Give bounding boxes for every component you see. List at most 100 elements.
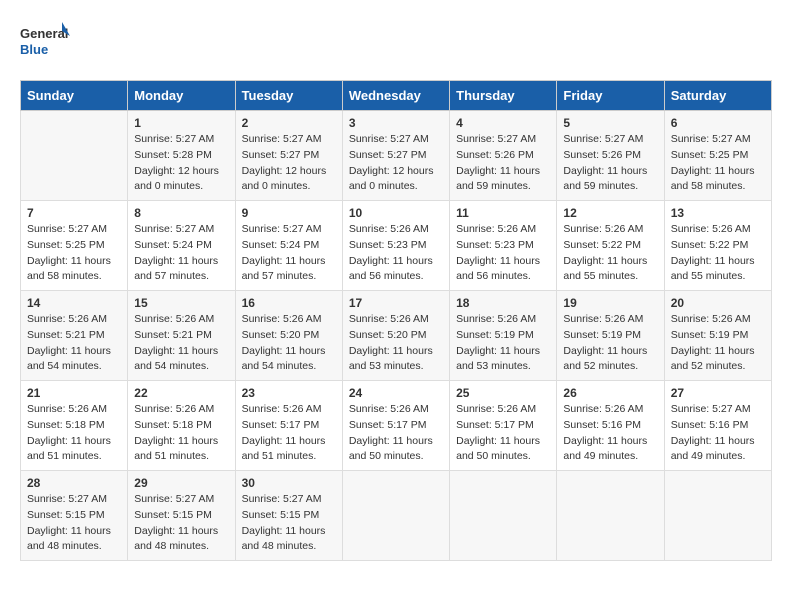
- day-info: Sunrise: 5:26 AMSunset: 5:19 PMDaylight:…: [456, 312, 550, 375]
- day-info: Sunrise: 5:26 AMSunset: 5:19 PMDaylight:…: [671, 312, 765, 375]
- day-info: Sunrise: 5:27 AMSunset: 5:27 PMDaylight:…: [349, 132, 443, 195]
- logo-svg: General Blue: [20, 20, 70, 64]
- logo: General Blue: [20, 20, 70, 64]
- day-number: 7: [27, 206, 121, 220]
- day-info: Sunrise: 5:26 AMSunset: 5:18 PMDaylight:…: [27, 402, 121, 465]
- day-number: 22: [134, 386, 228, 400]
- calendar-cell: 15 Sunrise: 5:26 AMSunset: 5:21 PMDayligh…: [128, 291, 235, 381]
- day-info: Sunrise: 5:27 AMSunset: 5:26 PMDaylight:…: [563, 132, 657, 195]
- day-number: 25: [456, 386, 550, 400]
- day-info: Sunrise: 5:26 AMSunset: 5:20 PMDaylight:…: [349, 312, 443, 375]
- calendar-cell: [450, 471, 557, 561]
- day-info: Sunrise: 5:26 AMSunset: 5:17 PMDaylight:…: [242, 402, 336, 465]
- day-number: 16: [242, 296, 336, 310]
- calendar-cell: 22Sunrise: 5:26 AMSunset: 5:18 PMDayligh…: [128, 381, 235, 471]
- calendar-cell: [664, 471, 771, 561]
- calendar-cell: 19 Sunrise: 5:26 AMSunset: 5:19 PMDayligh…: [557, 291, 664, 381]
- day-info: Sunrise: 5:26 AMSunset: 5:22 PMDaylight:…: [563, 222, 657, 285]
- calendar-cell: 11Sunrise: 5:26 AMSunset: 5:23 PMDayligh…: [450, 201, 557, 291]
- day-number: 2: [242, 116, 336, 130]
- day-info: Sunrise: 5:27 AMSunset: 5:15 PMDaylight:…: [134, 492, 228, 555]
- calendar-cell: 18 Sunrise: 5:26 AMSunset: 5:19 PMDayligh…: [450, 291, 557, 381]
- calendar-cell: 6Sunrise: 5:27 AMSunset: 5:25 PMDaylight…: [664, 111, 771, 201]
- svg-text:General: General: [20, 26, 68, 41]
- day-number: 24: [349, 386, 443, 400]
- calendar-cell: [21, 111, 128, 201]
- day-number: 21: [27, 386, 121, 400]
- day-number: 3: [349, 116, 443, 130]
- day-info: Sunrise: 5:26 AMSunset: 5:19 PMDaylight:…: [563, 312, 657, 375]
- calendar-week-row: 21 Sunrise: 5:26 AMSunset: 5:18 PMDayligh…: [21, 381, 772, 471]
- calendar-cell: [342, 471, 449, 561]
- day-info: Sunrise: 5:26 AMSunset: 5:16 PMDaylight:…: [563, 402, 657, 465]
- calendar-cell: 26 Sunrise: 5:26 AMSunset: 5:16 PMDayligh…: [557, 381, 664, 471]
- calendar-cell: 20 Sunrise: 5:26 AMSunset: 5:19 PMDayligh…: [664, 291, 771, 381]
- day-number: 6: [671, 116, 765, 130]
- day-number: 30: [242, 476, 336, 490]
- calendar-week-row: 1Sunrise: 5:27 AMSunset: 5:28 PMDaylight…: [21, 111, 772, 201]
- day-number: 12: [563, 206, 657, 220]
- day-info: Sunrise: 5:26 AMSunset: 5:21 PMDaylight:…: [134, 312, 228, 375]
- day-info: Sunrise: 5:27 AMSunset: 5:16 PMDaylight:…: [671, 402, 765, 465]
- day-info: Sunrise: 5:26 AMSunset: 5:22 PMDaylight:…: [671, 222, 765, 285]
- calendar-cell: 12 Sunrise: 5:26 AMSunset: 5:22 PMDayligh…: [557, 201, 664, 291]
- weekday-header: Thursday: [450, 81, 557, 111]
- weekday-header: Tuesday: [235, 81, 342, 111]
- day-info: Sunrise: 5:26 AMSunset: 5:23 PMDaylight:…: [349, 222, 443, 285]
- day-info: Sunrise: 5:26 AMSunset: 5:17 PMDaylight:…: [456, 402, 550, 465]
- day-number: 14: [27, 296, 121, 310]
- calendar-table: SundayMondayTuesdayWednesdayThursdayFrid…: [20, 80, 772, 561]
- calendar-cell: 3 Sunrise: 5:27 AMSunset: 5:27 PMDaylight…: [342, 111, 449, 201]
- day-number: 20: [671, 296, 765, 310]
- calendar-cell: 14 Sunrise: 5:26 AMSunset: 5:21 PMDayligh…: [21, 291, 128, 381]
- day-info: Sunrise: 5:26 AMSunset: 5:21 PMDaylight:…: [27, 312, 121, 375]
- day-info: Sunrise: 5:27 AMSunset: 5:15 PMDaylight:…: [27, 492, 121, 555]
- day-number: 5: [563, 116, 657, 130]
- day-info: Sunrise: 5:27 AMSunset: 5:15 PMDaylight:…: [242, 492, 336, 555]
- calendar-week-row: 7 Sunrise: 5:27 AMSunset: 5:25 PMDaylight…: [21, 201, 772, 291]
- day-number: 19: [563, 296, 657, 310]
- calendar-week-row: 28 Sunrise: 5:27 AMSunset: 5:15 PMDayligh…: [21, 471, 772, 561]
- day-number: 15: [134, 296, 228, 310]
- calendar-cell: 13 Sunrise: 5:26 AMSunset: 5:22 PMDayligh…: [664, 201, 771, 291]
- day-info: Sunrise: 5:27 AMSunset: 5:24 PMDaylight:…: [242, 222, 336, 285]
- svg-text:Blue: Blue: [20, 42, 48, 57]
- calendar-cell: 7 Sunrise: 5:27 AMSunset: 5:25 PMDaylight…: [21, 201, 128, 291]
- calendar-cell: 17Sunrise: 5:26 AMSunset: 5:20 PMDayligh…: [342, 291, 449, 381]
- day-number: 26: [563, 386, 657, 400]
- calendar-cell: 10 Sunrise: 5:26 AMSunset: 5:23 PMDayligh…: [342, 201, 449, 291]
- calendar-cell: 9 Sunrise: 5:27 AMSunset: 5:24 PMDaylight…: [235, 201, 342, 291]
- day-info: Sunrise: 5:27 AMSunset: 5:25 PMDaylight:…: [27, 222, 121, 285]
- calendar-cell: 1Sunrise: 5:27 AMSunset: 5:28 PMDaylight…: [128, 111, 235, 201]
- calendar-cell: 2 Sunrise: 5:27 AMSunset: 5:27 PMDaylight…: [235, 111, 342, 201]
- day-number: 18: [456, 296, 550, 310]
- day-number: 9: [242, 206, 336, 220]
- day-number: 13: [671, 206, 765, 220]
- calendar-cell: 16Sunrise: 5:26 AMSunset: 5:20 PMDayligh…: [235, 291, 342, 381]
- calendar-cell: 8Sunrise: 5:27 AMSunset: 5:24 PMDaylight…: [128, 201, 235, 291]
- calendar-cell: 21 Sunrise: 5:26 AMSunset: 5:18 PMDayligh…: [21, 381, 128, 471]
- calendar-cell: 29 Sunrise: 5:27 AMSunset: 5:15 PMDayligh…: [128, 471, 235, 561]
- weekday-header: Wednesday: [342, 81, 449, 111]
- calendar-cell: [557, 471, 664, 561]
- day-number: 11: [456, 206, 550, 220]
- day-info: Sunrise: 5:27 AMSunset: 5:27 PMDaylight:…: [242, 132, 336, 195]
- day-number: 4: [456, 116, 550, 130]
- calendar-cell: 24 Sunrise: 5:26 AMSunset: 5:17 PMDayligh…: [342, 381, 449, 471]
- calendar-cell: 23Sunrise: 5:26 AMSunset: 5:17 PMDayligh…: [235, 381, 342, 471]
- day-number: 28: [27, 476, 121, 490]
- weekday-header: Sunday: [21, 81, 128, 111]
- weekday-header: Friday: [557, 81, 664, 111]
- day-info: Sunrise: 5:26 AMSunset: 5:17 PMDaylight:…: [349, 402, 443, 465]
- day-number: 29: [134, 476, 228, 490]
- calendar-week-row: 14 Sunrise: 5:26 AMSunset: 5:21 PMDayligh…: [21, 291, 772, 381]
- header-row: SundayMondayTuesdayWednesdayThursdayFrid…: [21, 81, 772, 111]
- day-number: 8: [134, 206, 228, 220]
- day-info: Sunrise: 5:27 AMSunset: 5:26 PMDaylight:…: [456, 132, 550, 195]
- day-number: 1: [134, 116, 228, 130]
- weekday-header: Saturday: [664, 81, 771, 111]
- calendar-cell: 27Sunrise: 5:27 AMSunset: 5:16 PMDayligh…: [664, 381, 771, 471]
- day-number: 10: [349, 206, 443, 220]
- weekday-header: Monday: [128, 81, 235, 111]
- calendar-cell: 4 Sunrise: 5:27 AMSunset: 5:26 PMDaylight…: [450, 111, 557, 201]
